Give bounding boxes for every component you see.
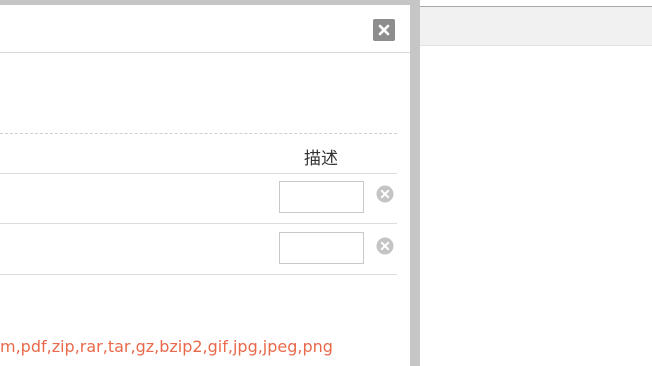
background-header-bar xyxy=(410,7,652,46)
allowed-file-types: m,pdf,zip,rar,tar,gz,bzip2,gif,jpg,jpeg,… xyxy=(0,337,333,356)
remove-circle-icon[interactable] xyxy=(376,185,394,203)
table-row-divider xyxy=(0,274,397,275)
modal-shadow-right xyxy=(410,0,420,366)
column-header-description: 描述 xyxy=(304,149,338,169)
description-input-row-2[interactable] xyxy=(279,232,364,264)
table-header-divider xyxy=(0,173,397,174)
description-input-row-1[interactable] xyxy=(279,181,364,213)
remove-circle-icon[interactable] xyxy=(376,237,394,255)
dialog-header xyxy=(0,5,410,53)
table-row-divider xyxy=(0,223,397,224)
dashed-divider xyxy=(0,133,397,134)
upload-dialog: 描述 m,pdf,zip,rar,tar,gz,bzip2,gif,jpg,jp… xyxy=(0,5,410,366)
close-button[interactable] xyxy=(373,19,395,41)
close-icon xyxy=(378,24,390,36)
